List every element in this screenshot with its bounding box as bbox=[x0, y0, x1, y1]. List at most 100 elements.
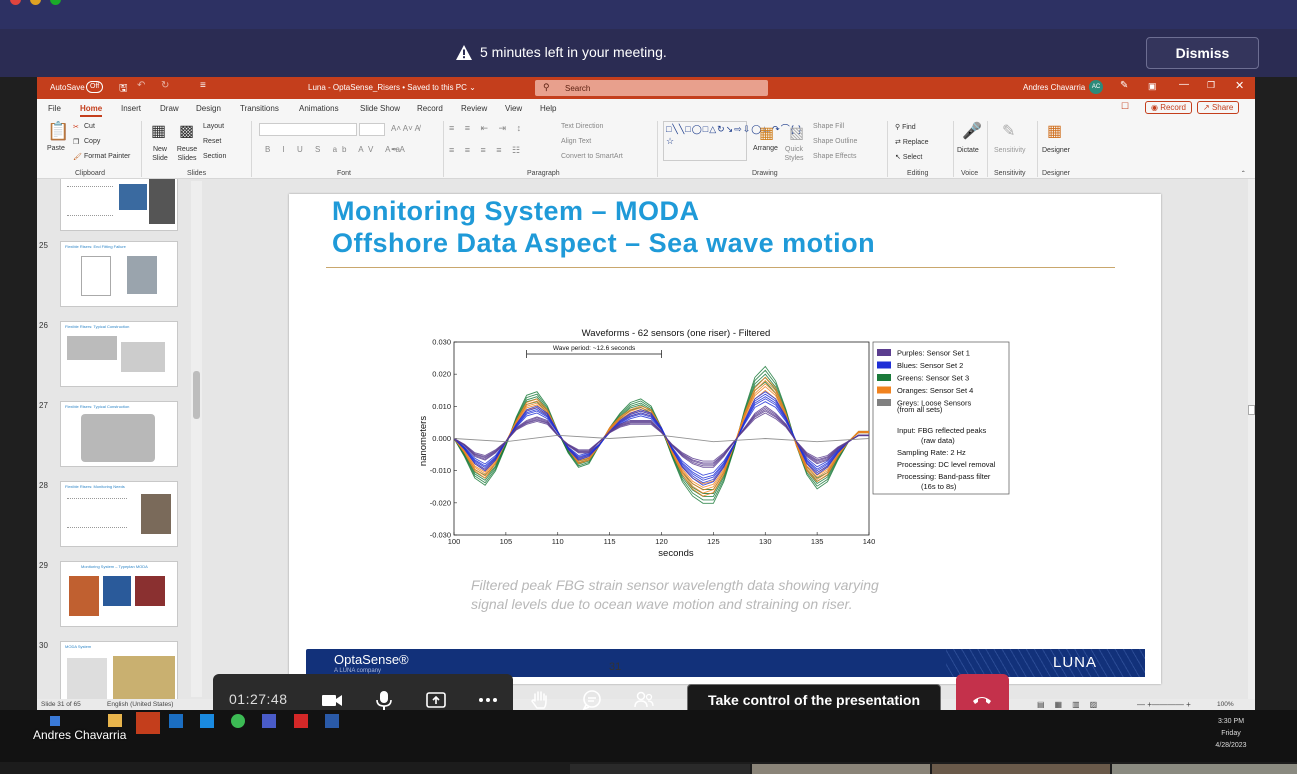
quick-styles-button[interactable]: Quick Styles bbox=[783, 145, 805, 163]
paste-icon[interactable]: 📋 bbox=[47, 121, 69, 142]
slide-scrollbar[interactable] bbox=[1248, 179, 1255, 699]
slide-thumbnail[interactable]: Flexible Risers: Monitoring Needs bbox=[60, 481, 178, 547]
zoom-level[interactable]: 100% bbox=[1217, 701, 1234, 708]
share-button[interactable]: ↗ Share bbox=[1197, 101, 1240, 114]
highlight-color-icon[interactable]: ✒ A bbox=[391, 145, 405, 154]
dismiss-button[interactable]: Dismiss bbox=[1146, 37, 1259, 69]
font-size-select[interactable] bbox=[359, 123, 385, 136]
tab-draw[interactable]: Draw bbox=[160, 104, 179, 113]
shape-outline-button[interactable]: Shape Outline bbox=[813, 138, 857, 145]
tab-review[interactable]: Review bbox=[461, 104, 487, 113]
designer-icon[interactable]: ▦ bbox=[1047, 121, 1062, 141]
tab-insert[interactable]: Insert bbox=[121, 104, 141, 113]
new-slide-button[interactable]: New Slide bbox=[149, 145, 171, 163]
pdf-icon[interactable] bbox=[294, 714, 308, 728]
slide-thumbnail[interactable]: Flexible Risers: Typical Construction bbox=[60, 401, 178, 467]
microphone-icon[interactable] bbox=[373, 689, 395, 711]
pen-icon[interactable]: ✎ bbox=[1120, 80, 1128, 91]
camera-icon[interactable] bbox=[321, 689, 343, 711]
format-painter-icon[interactable]: 🖌 bbox=[73, 153, 82, 161]
document-title[interactable]: Luna - OptaSense_Risers • Saved to this … bbox=[308, 83, 476, 92]
tab-view[interactable]: View bbox=[505, 104, 522, 113]
format-painter-button[interactable]: Format Painter bbox=[84, 153, 130, 160]
microphone-icon[interactable]: 🎤 bbox=[962, 121, 982, 141]
font-format-icons[interactable]: B I U S ab AV Aa bbox=[265, 145, 405, 154]
raise-hand-icon[interactable] bbox=[529, 689, 551, 711]
designer-button[interactable]: Designer bbox=[1042, 147, 1070, 154]
text-direction-button[interactable]: Text Direction bbox=[561, 123, 603, 130]
cut-icon[interactable]: ✂ bbox=[73, 123, 79, 131]
find-button[interactable]: ⚲ Find bbox=[895, 123, 916, 131]
grow-font-icon[interactable]: A˄ A˅ A̸ bbox=[391, 124, 420, 133]
reuse-slides-icon[interactable]: ▩ bbox=[179, 121, 194, 141]
current-slide[interactable]: Monitoring System – MODA Offshore Data A… bbox=[289, 194, 1161, 684]
word-icon[interactable] bbox=[325, 714, 339, 728]
tab-transitions[interactable]: Transitions bbox=[240, 104, 279, 113]
minimize-icon[interactable]: — bbox=[1179, 79, 1189, 90]
outlook-icon[interactable] bbox=[169, 714, 183, 728]
comments-icon[interactable]: ☐ bbox=[1121, 101, 1129, 112]
tab-slide-show[interactable]: Slide Show bbox=[360, 104, 400, 113]
powerpoint-taskbar-icon[interactable] bbox=[136, 712, 160, 734]
quick-styles-icon[interactable]: ▧ bbox=[789, 123, 804, 143]
undo-icon[interactable]: ↶ bbox=[137, 80, 145, 91]
ribbon-display-icon[interactable]: ▣ bbox=[1148, 81, 1157, 92]
teams-icon[interactable] bbox=[262, 714, 276, 728]
replace-button[interactable]: ⇄ Replace bbox=[895, 138, 929, 146]
search-box[interactable]: ⚲ Search bbox=[535, 80, 768, 96]
new-slide-icon[interactable]: ▦ bbox=[151, 121, 166, 141]
align-text-button[interactable]: Align Text bbox=[561, 138, 591, 145]
tab-home[interactable]: Home bbox=[80, 104, 103, 117]
convert-smartart-button[interactable]: Convert to SmartArt bbox=[561, 153, 623, 160]
taskbar-clock[interactable]: 3:30 PM Friday 4/28/2023 bbox=[1205, 716, 1257, 752]
dictate-button[interactable]: Dictate bbox=[957, 147, 979, 154]
sensitivity-icon[interactable]: ✎ bbox=[1002, 121, 1015, 141]
sensitivity-button[interactable]: Sensitivity bbox=[994, 147, 1026, 154]
arrange-icon[interactable]: ▦ bbox=[759, 123, 774, 143]
arrange-button[interactable]: Arrange bbox=[753, 145, 778, 152]
slide-thumbnail[interactable] bbox=[60, 179, 178, 231]
save-icon[interactable]: 🖫 bbox=[119, 81, 128, 98]
collapse-ribbon-icon[interactable]: ˆ bbox=[1242, 170, 1245, 179]
cut-button[interactable]: Cut bbox=[84, 123, 95, 130]
share-screen-icon[interactable] bbox=[425, 689, 447, 711]
tab-animations[interactable]: Animations bbox=[299, 104, 339, 113]
maximize-dot-icon[interactable] bbox=[50, 0, 61, 5]
tab-file[interactable]: File bbox=[48, 104, 61, 113]
record-button[interactable]: ◉ Record bbox=[1145, 101, 1192, 114]
more-options-icon[interactable] bbox=[477, 689, 499, 711]
copy-icon[interactable]: ❐ bbox=[73, 138, 79, 146]
reset-button[interactable]: Reset bbox=[203, 138, 221, 145]
start-icon[interactable] bbox=[50, 716, 60, 726]
vscode-icon[interactable] bbox=[200, 714, 214, 728]
tab-design[interactable]: Design bbox=[196, 104, 221, 113]
restore-icon[interactable]: ❐ bbox=[1207, 80, 1215, 91]
shapes-gallery[interactable]: □╲╲□◯□△↻↘⇨⇩◯∟↷⌒{ }☆ bbox=[663, 121, 801, 161]
tab-help[interactable]: Help bbox=[540, 104, 556, 113]
slide-thumbnail[interactable]: Flexible Risers: Typical Construction bbox=[60, 321, 178, 387]
slide-thumbnail[interactable]: MODA System bbox=[60, 641, 178, 699]
shape-fill-button[interactable]: Shape Fill bbox=[813, 123, 844, 130]
chat-icon[interactable] bbox=[581, 689, 603, 711]
file-explorer-icon[interactable] bbox=[108, 714, 122, 727]
list-icons[interactable]: ≡ ≡ ⇤ ⇥ ↕ bbox=[449, 123, 525, 134]
tab-record[interactable]: Record bbox=[417, 104, 443, 113]
thumbnail-scrollbar[interactable] bbox=[191, 181, 202, 697]
redo-icon[interactable]: ↻ bbox=[161, 80, 169, 91]
language-indicator[interactable]: English (United States) bbox=[107, 701, 173, 708]
chrome-icon[interactable] bbox=[231, 714, 245, 728]
align-icons[interactable]: ≡ ≡ ≡ ≡ ☷ bbox=[449, 145, 524, 156]
copy-button[interactable]: Copy bbox=[84, 138, 100, 145]
participants-icon[interactable] bbox=[633, 689, 655, 711]
font-name-select[interactable] bbox=[259, 123, 357, 136]
paste-label[interactable]: Paste bbox=[47, 145, 65, 152]
scrollbar-thumb[interactable] bbox=[193, 371, 200, 419]
layout-button[interactable]: Layout bbox=[203, 123, 224, 130]
close-icon[interactable]: ✕ bbox=[1235, 79, 1244, 92]
slide-thumbnail[interactable]: Monitoring System – Typeplan MODA bbox=[60, 561, 178, 627]
user-avatar[interactable]: AC bbox=[1089, 80, 1103, 94]
view-buttons[interactable]: ▤▦▥▨ bbox=[1037, 700, 1107, 709]
shape-effects-button[interactable]: Shape Effects bbox=[813, 153, 856, 160]
customize-icon[interactable]: ≡ bbox=[200, 80, 206, 91]
zoom-slider[interactable]: — +———— + bbox=[1137, 700, 1191, 709]
